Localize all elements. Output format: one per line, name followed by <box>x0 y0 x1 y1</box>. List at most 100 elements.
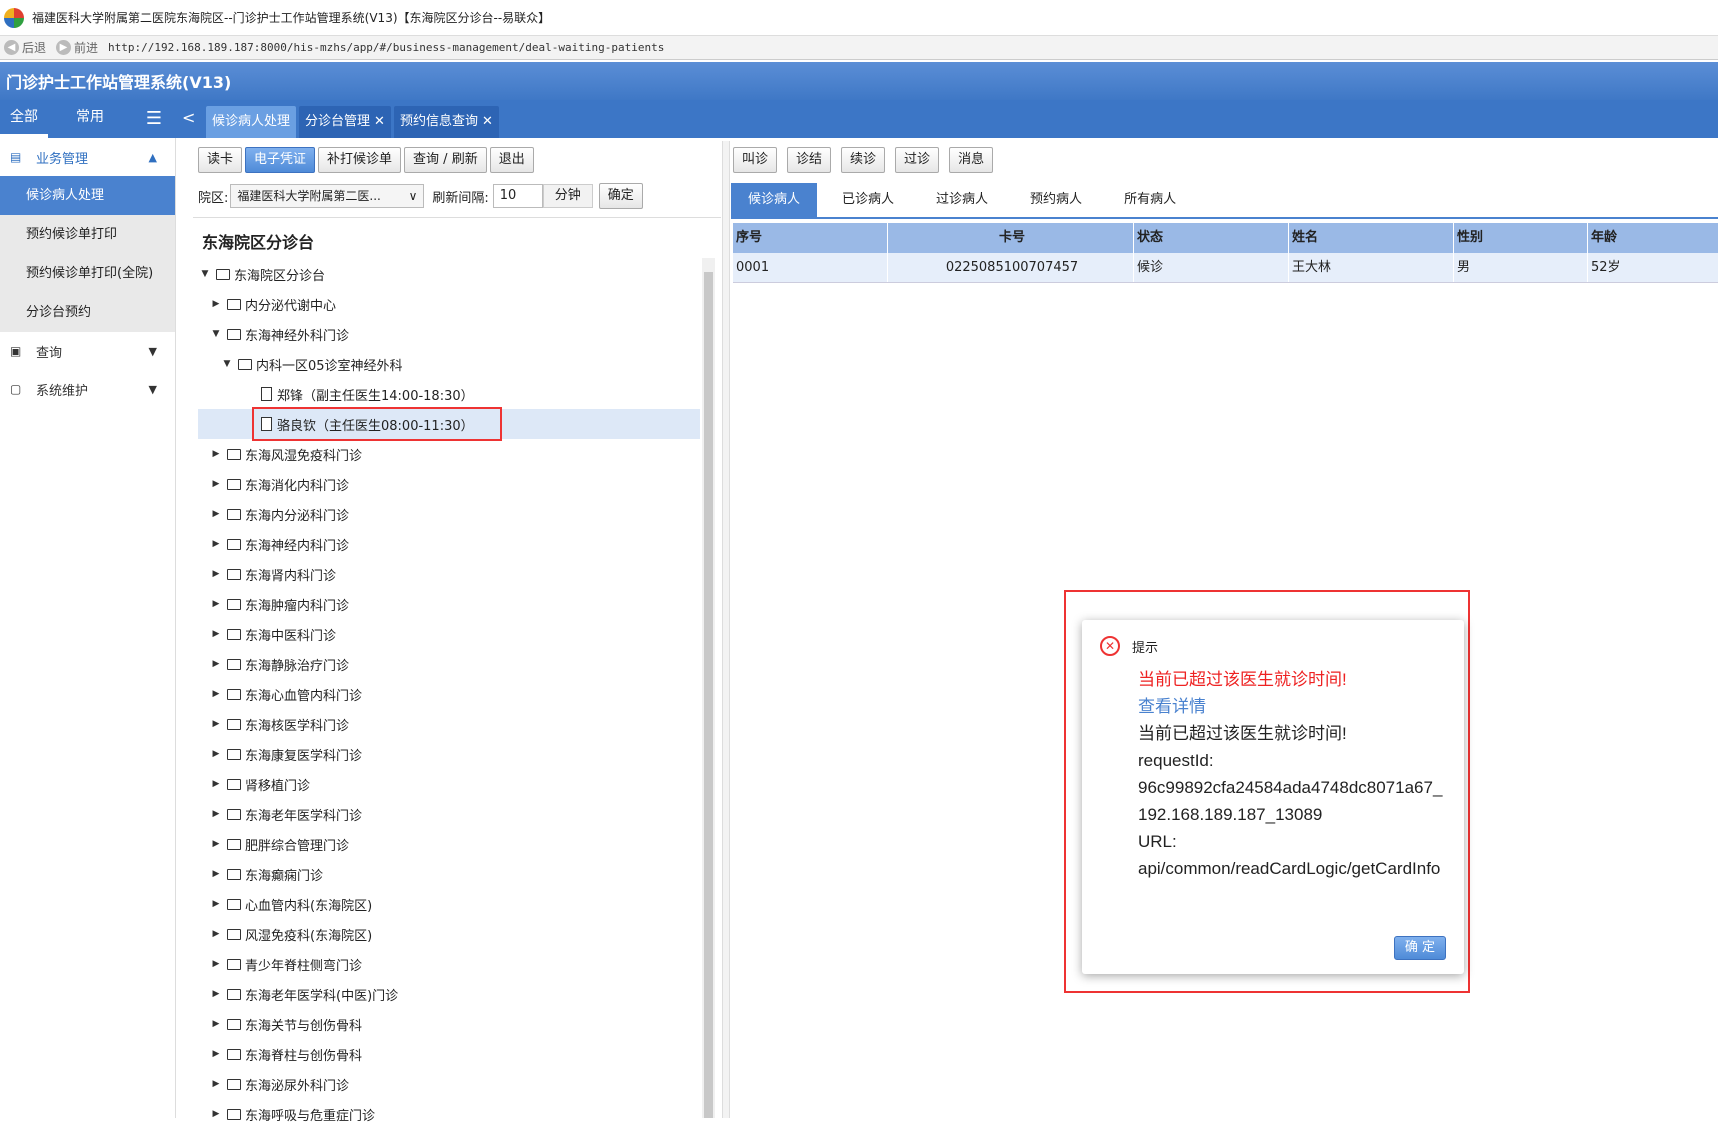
caret-right-icon[interactable]: ▶ <box>209 539 223 549</box>
message-button[interactable]: 消息 <box>949 147 994 173</box>
tree-node[interactable]: ▶ 东海呼吸与危重症门诊 <box>198 1099 700 1129</box>
tree-node[interactable]: ▶ 东海老年医学科门诊 <box>198 799 700 829</box>
col-header[interactable]: 年龄 <box>1588 223 1718 253</box>
caret-down-icon[interactable]: ▼ <box>209 329 223 339</box>
continue-button[interactable]: 续诊 <box>841 147 886 173</box>
subtab-all[interactable]: 所有病人 <box>1107 183 1193 217</box>
caret-down-icon[interactable]: ▼ <box>220 359 234 369</box>
tree-node[interactable]: ▼ 东海神经外科门诊 <box>198 319 700 349</box>
subtab-waiting[interactable]: 候诊病人 <box>731 183 818 217</box>
query-refresh-button[interactable]: 查询 / 刷新 <box>404 147 487 173</box>
tree-node[interactable]: ▶ 东海内分泌科门诊 <box>198 499 700 529</box>
tree-scrollbar-thumb[interactable] <box>704 272 713 1118</box>
caret-right-icon[interactable]: ▶ <box>209 779 223 789</box>
tab-triage-management[interactable]: 分诊台管理 ✕ <box>299 106 391 138</box>
subtab-appointment[interactable]: 预约病人 <box>1013 183 1099 217</box>
col-header[interactable]: 姓名 <box>1289 223 1454 253</box>
tree-node[interactable]: ▶ 东海消化内科门诊 <box>198 469 700 499</box>
tree-node[interactable]: ▼ 东海院区分诊台 <box>198 259 700 289</box>
tree-node[interactable]: 郑锋（副主任医生14:00-18:30） <box>198 379 700 409</box>
subtab-seen[interactable]: 已诊病人 <box>825 183 911 217</box>
caret-right-icon[interactable]: ▶ <box>209 809 223 819</box>
tree-node[interactable]: ▶ 东海肿瘤内科门诊 <box>198 589 700 619</box>
forward-button[interactable]: ▶ 前进 <box>56 39 98 56</box>
tab-deal-waiting-patients[interactable]: 候诊病人处理 <box>206 106 297 138</box>
tree-node[interactable]: ▶ 青少年脊柱侧弯门诊 <box>198 949 700 979</box>
col-header[interactable]: 性别 <box>1454 223 1588 253</box>
back-button[interactable]: ◀ 后退 <box>4 39 46 56</box>
table-row[interactable]: 0001 0225085100707457 候诊 王大林 男 52岁 <box>733 253 1718 283</box>
tree-node[interactable]: ▶ 风湿免疫科(东海院区) <box>198 919 700 949</box>
close-tab-icon[interactable]: ✕ <box>482 114 493 129</box>
tree-node[interactable]: ▼ 内科一区05诊室神经外科 <box>198 349 700 379</box>
col-header[interactable]: 状态 <box>1134 223 1289 253</box>
caret-right-icon[interactable]: ▶ <box>209 719 223 729</box>
tree-node[interactable]: ▶ 内分泌代谢中心 <box>198 289 700 319</box>
pass-button[interactable]: 过诊 <box>895 147 940 173</box>
col-header[interactable]: 序号 <box>733 223 888 253</box>
tree-node[interactable]: ▶ 心血管内科(东海院区) <box>198 889 700 919</box>
hamburger-menu-icon[interactable]: ☰ <box>146 108 162 129</box>
tree-node[interactable]: ▶ 东海中医科门诊 <box>198 619 700 649</box>
tree-node[interactable]: ▶ 东海脊柱与创伤骨科 <box>198 1039 700 1069</box>
tree-node[interactable]: ▶ 东海心血管内科门诊 <box>198 679 700 709</box>
caret-right-icon[interactable]: ▶ <box>209 569 223 579</box>
col-header[interactable]: 卡号 <box>888 223 1134 253</box>
caret-right-icon[interactable]: ▶ <box>209 869 223 879</box>
collapse-left-icon[interactable]: < <box>182 108 195 127</box>
tree-node[interactable]: ▶ 东海肾内科门诊 <box>198 559 700 589</box>
reprint-slip-button[interactable]: 补打候诊单 <box>318 147 402 173</box>
tree-node[interactable]: ▶ 东海核医学科门诊 <box>198 709 700 739</box>
confirm-button[interactable]: 确定 <box>598 183 643 209</box>
caret-right-icon[interactable]: ▶ <box>209 479 223 489</box>
caret-right-icon[interactable]: ▶ <box>209 1079 223 1089</box>
caret-right-icon[interactable]: ▶ <box>209 1049 223 1059</box>
tree-node[interactable]: ▶ 肥胖综合管理门诊 <box>198 829 700 859</box>
panel-splitter[interactable] <box>722 141 730 1118</box>
caret-right-icon[interactable]: ▶ <box>209 839 223 849</box>
sidebar-item-print-slip-all[interactable]: 预约候诊单打印(全院) <box>0 254 175 293</box>
sidetab-common[interactable]: 常用 <box>66 100 114 138</box>
caret-right-icon[interactable]: ▶ <box>209 689 223 699</box>
caret-right-icon[interactable]: ▶ <box>209 629 223 639</box>
tab-appointment-query[interactable]: 预约信息查询 ✕ <box>393 106 499 138</box>
tree-node[interactable]: ▶ 东海老年医学科(中医)门诊 <box>198 979 700 1009</box>
tree-node[interactable]: ▶ 东海神经内科门诊 <box>198 529 700 559</box>
caret-right-icon[interactable]: ▶ <box>209 899 223 909</box>
caret-right-icon[interactable]: ▶ <box>209 959 223 969</box>
tree-node[interactable]: ▶ 东海关节与创伤骨科 <box>198 1009 700 1039</box>
sidebar-item-triage-appointment[interactable]: 分诊台预约 <box>0 293 175 332</box>
tree-node[interactable]: ▶ 肾移植门诊 <box>198 769 700 799</box>
sidebar-item-deal-waiting[interactable]: 候诊病人处理 <box>0 176 175 215</box>
sidetab-all[interactable]: 全部 <box>0 100 48 138</box>
caret-right-icon[interactable]: ▶ <box>209 599 223 609</box>
tree-node[interactable]: ▶ 东海癫痫门诊 <box>198 859 700 889</box>
caret-right-icon[interactable]: ▶ <box>209 989 223 999</box>
e-voucher-button[interactable]: 电子凭证 <box>245 147 316 173</box>
view-details-link[interactable]: 查看详情 <box>1138 693 1448 720</box>
tree-node[interactable]: ▶ 东海康复医学科门诊 <box>198 739 700 769</box>
subtab-passed[interactable]: 过诊病人 <box>919 183 1005 217</box>
read-card-button[interactable]: 读卡 <box>198 147 243 173</box>
caret-right-icon[interactable]: ▶ <box>209 749 223 759</box>
caret-right-icon[interactable]: ▶ <box>209 449 223 459</box>
sidebar-group-business[interactable]: ▤ 业务管理 ▲ <box>0 138 175 176</box>
url-field[interactable]: http://192.168.189.187:8000/his-mzhs/app… <box>108 41 664 54</box>
tree-node[interactable]: ▶ 东海静脉治疗门诊 <box>198 649 700 679</box>
caret-right-icon[interactable]: ▶ <box>209 299 223 309</box>
sidebar-group-query[interactable]: ▣ 查询 ▼ <box>0 332 175 370</box>
sidebar-group-system[interactable]: ▢ 系统维护 ▼ <box>0 370 175 408</box>
exit-button[interactable]: 退出 <box>489 147 534 173</box>
tree-node[interactable]: ▶ 东海风湿免疫科门诊 <box>198 439 700 469</box>
tree-node[interactable]: ▶ 东海泌尿外科门诊 <box>198 1069 700 1099</box>
sidebar-item-print-slip[interactable]: 预约候诊单打印 <box>0 215 175 254</box>
interval-input[interactable]: 10 <box>492 184 543 208</box>
ok-button[interactable]: 确 定 <box>1393 936 1446 960</box>
caret-right-icon[interactable]: ▶ <box>209 929 223 939</box>
call-button[interactable]: 叫诊 <box>733 147 778 173</box>
close-tab-icon[interactable]: ✕ <box>374 114 385 129</box>
caret-right-icon[interactable]: ▶ <box>209 509 223 519</box>
caret-down-icon[interactable]: ▼ <box>198 269 212 279</box>
campus-select[interactable]: 福建医科大学附属第二医... ∨ <box>230 184 425 208</box>
finish-button[interactable]: 诊结 <box>787 147 832 173</box>
